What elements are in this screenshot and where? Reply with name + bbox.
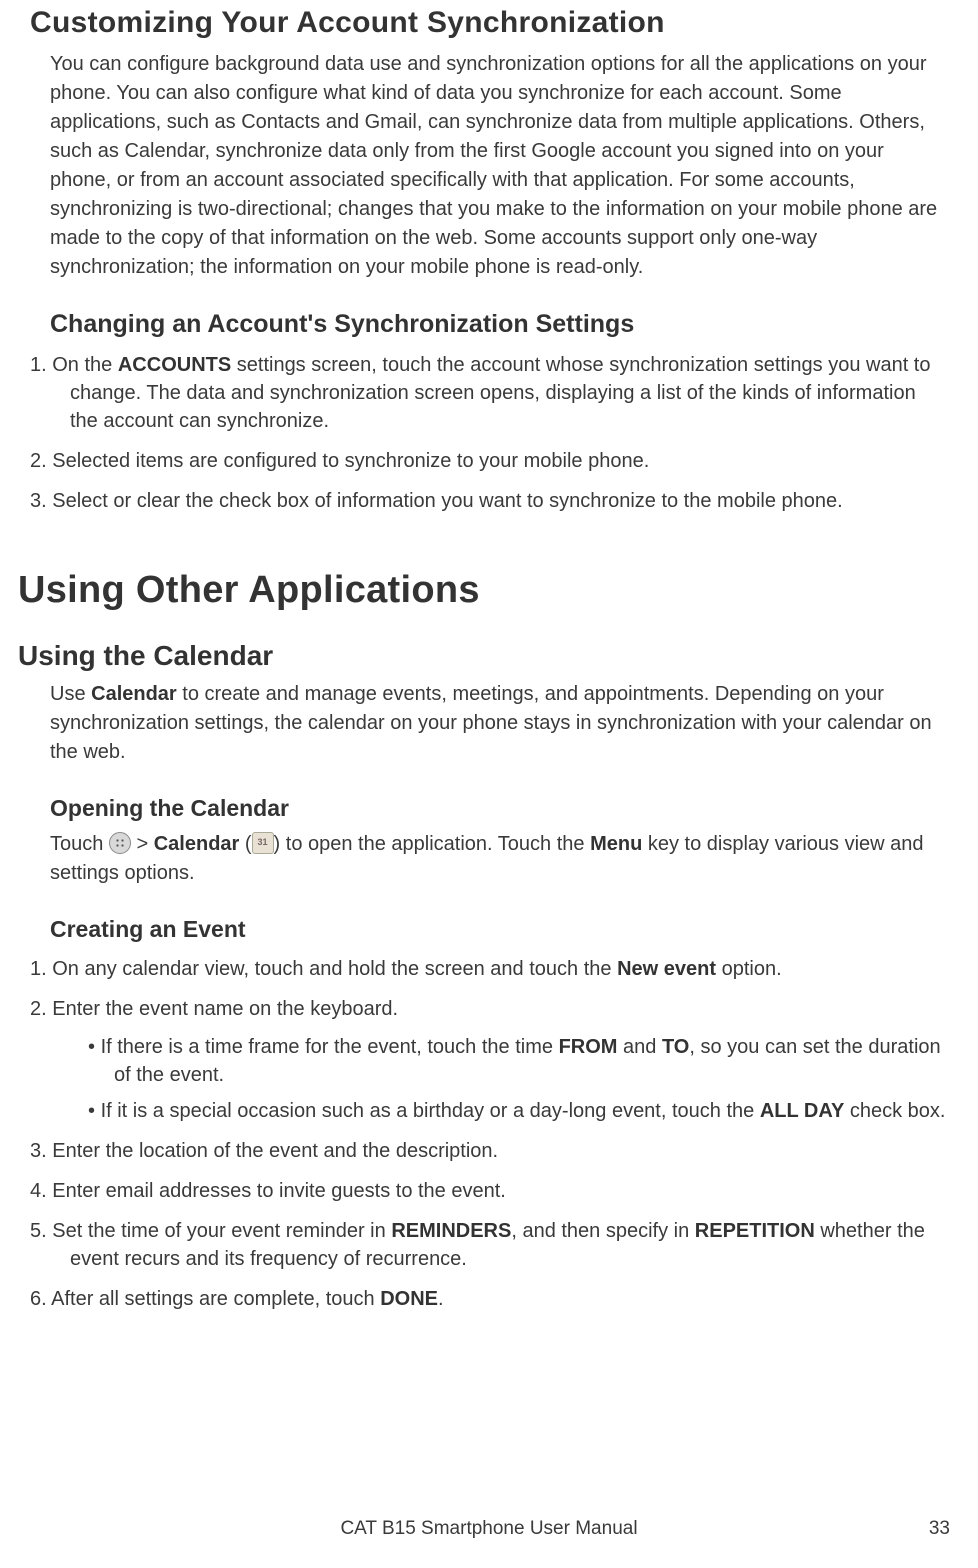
bold-repetition: REPETITION bbox=[695, 1220, 815, 1242]
heading-creating-event: Creating an Event bbox=[50, 916, 946, 943]
heading-using-calendar: Using the Calendar bbox=[18, 640, 946, 672]
text: and bbox=[617, 1036, 661, 1058]
step-2-selected-items: Selected items are configured to synchro… bbox=[30, 447, 946, 475]
step-4-invite: Enter email addresses to invite guests t… bbox=[30, 1177, 946, 1205]
bold-from: FROM bbox=[559, 1036, 618, 1058]
step-6-done: After all settings are complete, touch D… bbox=[30, 1285, 946, 1313]
bold-calendar: Calendar bbox=[91, 683, 177, 705]
text: Touch bbox=[50, 833, 109, 855]
text: option. bbox=[716, 958, 782, 980]
bold-new-event: New event bbox=[617, 958, 716, 980]
bold-all-day: ALL DAY bbox=[760, 1100, 844, 1122]
step-1-new-event: On any calendar view, touch and hold the… bbox=[30, 955, 946, 983]
step-3-location: Enter the location of the event and the … bbox=[30, 1137, 946, 1165]
paragraph-opening-calendar: Touch > Calendar ( ) to open the applicat… bbox=[50, 830, 946, 888]
text: Enter the event name on the keyboard. bbox=[52, 998, 398, 1020]
heading-customizing-account-sync: Customizing Your Account Synchronization bbox=[30, 0, 946, 40]
bold-reminders: REMINDERS bbox=[391, 1220, 511, 1242]
heading-changing-sync-settings: Changing an Account's Synchronization Se… bbox=[50, 310, 946, 339]
heading-using-other-applications: Using Other Applications bbox=[18, 569, 946, 612]
bold-accounts: ACCOUNTS bbox=[118, 354, 231, 376]
text: check box. bbox=[844, 1100, 945, 1122]
page-number: 33 bbox=[929, 1518, 950, 1540]
step-5-reminders: Set the time of your event reminder in R… bbox=[30, 1217, 946, 1273]
step-3-select-clear: Select or clear the check box of informa… bbox=[30, 487, 946, 515]
text: Set the time of your event reminder in bbox=[52, 1220, 391, 1242]
text-gt: > bbox=[131, 833, 154, 855]
footer-title: CAT B15 Smartphone User Manual bbox=[0, 1518, 978, 1540]
text: If it is a special occasion such as a bi… bbox=[101, 1100, 760, 1122]
sub-all-day: If it is a special occasion such as a bi… bbox=[88, 1097, 946, 1125]
text: After all settings are complete, touch bbox=[51, 1288, 380, 1310]
step-1-accounts: On the ACCOUNTS settings screen, touch t… bbox=[30, 351, 946, 435]
text: On the bbox=[52, 354, 118, 376]
bold-to: TO bbox=[662, 1036, 689, 1058]
paragraph-using-calendar: Use Calendar to create and manage events… bbox=[50, 680, 946, 767]
bold-menu: Menu bbox=[590, 833, 642, 855]
text: , and then specify in bbox=[511, 1220, 694, 1242]
bold-done: DONE bbox=[380, 1288, 438, 1310]
text: to create and manage events, meetings, a… bbox=[50, 683, 932, 763]
step-2-event-name: Enter the event name on the keyboard. If… bbox=[30, 995, 946, 1125]
text: ( bbox=[239, 833, 251, 855]
sub-from-to: If there is a time frame for the event, … bbox=[88, 1033, 946, 1089]
paragraph-customizing-account-sync: You can configure background data use an… bbox=[50, 50, 946, 282]
apps-icon bbox=[109, 832, 131, 854]
heading-opening-calendar: Opening the Calendar bbox=[50, 795, 946, 822]
calendar-icon bbox=[252, 832, 274, 854]
text: If there is a time frame for the event, … bbox=[101, 1036, 559, 1058]
bold-calendar: Calendar bbox=[154, 833, 240, 855]
text: Use bbox=[50, 683, 91, 705]
text: ) to open the application. Touch the bbox=[274, 833, 591, 855]
text: . bbox=[438, 1288, 444, 1310]
text: On any calendar view, touch and hold the… bbox=[52, 958, 617, 980]
